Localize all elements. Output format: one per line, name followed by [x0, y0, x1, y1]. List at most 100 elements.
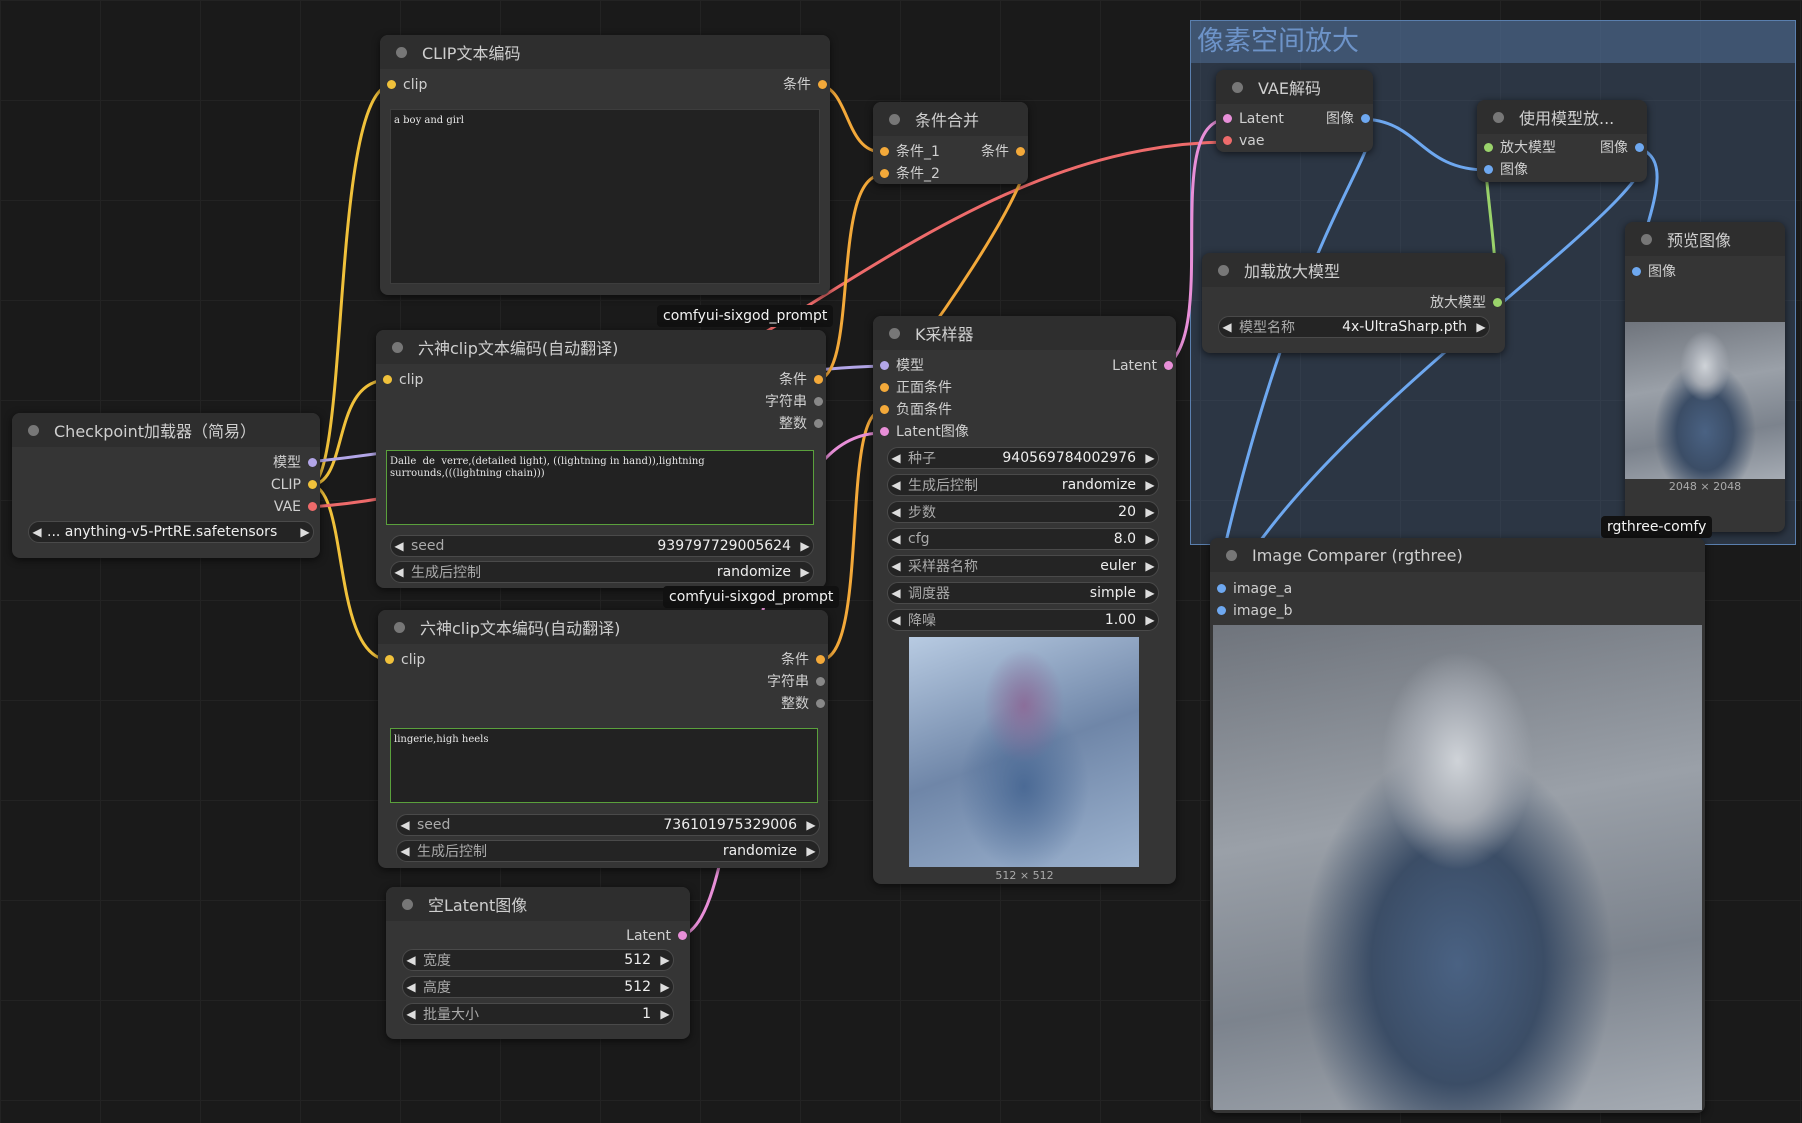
denoise-widget[interactable]: ◀ 降噪 1.00 ▶ [887, 609, 1159, 631]
collapse-dot-icon[interactable] [1218, 264, 1229, 276]
node-preview-image[interactable]: 预览图像 图像 2048 × 2048 [1625, 222, 1785, 532]
arrow-right-icon[interactable]: ▶ [797, 565, 813, 579]
output-conditioning[interactable]: 条件 [783, 75, 827, 95]
arrow-right-icon[interactable]: ▶ [803, 818, 819, 832]
prompt-textarea[interactable]: Dalle de verre,(detailed light), ((light… [386, 450, 814, 525]
arrow-right-icon[interactable]: ▶ [1142, 532, 1158, 546]
node-ksampler[interactable]: K采样器 模型 正面条件 负面条件 Latent图像 Latent ◀ 种子 940… [873, 316, 1176, 884]
arrow-right-icon[interactable]: ▶ [1142, 559, 1158, 573]
arrow-right-icon[interactable]: ▶ [657, 953, 673, 967]
output-model[interactable]: 模型 [273, 453, 317, 473]
socket-dot-icon[interactable] [880, 169, 889, 178]
socket-dot-icon[interactable] [1361, 114, 1370, 123]
output-image[interactable]: 图像 [1326, 109, 1370, 129]
collapse-dot-icon[interactable] [392, 341, 403, 353]
socket-dot-icon[interactable] [1164, 361, 1173, 370]
socket-dot-icon[interactable] [1217, 584, 1226, 593]
input-clip[interactable]: clip [385, 650, 425, 670]
socket-dot-icon[interactable] [816, 677, 825, 686]
arrow-left-icon[interactable]: ◀ [888, 613, 904, 627]
socket-dot-icon[interactable] [880, 427, 889, 436]
node-load-upscale-model[interactable]: 加载放大模型 放大模型 ◀ 模型名称 4x-UltraSharp.pth ▶ [1202, 253, 1505, 353]
output-conditioning[interactable]: 条件 [779, 370, 823, 390]
node-sixgod-clip-encode-1[interactable]: 六神clip文本编码(自动翻译) clip 条件 字符串 整数 Dalle de… [376, 330, 826, 588]
arrow-right-icon[interactable]: ▶ [803, 844, 819, 858]
socket-dot-icon[interactable] [880, 361, 889, 370]
sampler-name-widget[interactable]: ◀ 采样器名称 euler ▶ [887, 555, 1159, 577]
collapse-dot-icon[interactable] [1493, 111, 1504, 123]
node-checkpoint-loader[interactable]: Checkpoint加载器（简易） 模型 CLIP VAE ◀... anyth… [12, 413, 320, 558]
seed-widget[interactable]: ◀ 种子 940569784002976 ▶ [887, 447, 1159, 469]
height-widget[interactable]: ◀ 高度 512 ▶ [402, 976, 674, 998]
output-int[interactable]: 整数 [779, 414, 823, 434]
input-conditioning-1[interactable]: 条件_1 [880, 142, 940, 162]
arrow-left-icon[interactable]: ◀ [888, 559, 904, 573]
output-conditioning[interactable]: 条件 [781, 650, 825, 670]
prompt-textarea[interactable]: a boy and girl [390, 109, 820, 284]
checkpoint-select[interactable]: ◀... anything-v5-PrtRE.safetensors ▶ [28, 521, 314, 543]
width-widget[interactable]: ◀ 宽度 512 ▶ [402, 949, 674, 971]
collapse-dot-icon[interactable] [28, 424, 39, 436]
socket-dot-icon[interactable] [880, 405, 889, 414]
arrow-left-icon[interactable]: ◀ [29, 525, 45, 539]
socket-dot-icon[interactable] [678, 931, 687, 940]
collapse-dot-icon[interactable] [1226, 549, 1237, 561]
arrow-right-icon[interactable]: ▶ [1142, 613, 1158, 627]
arrow-left-icon[interactable]: ◀ [397, 818, 413, 832]
collapse-dot-icon[interactable] [1641, 233, 1652, 245]
input-model[interactable]: 模型 [880, 356, 924, 376]
steps-widget[interactable]: ◀ 步数 20 ▶ [887, 501, 1159, 523]
socket-dot-icon[interactable] [308, 458, 317, 467]
arrow-left-icon[interactable]: ◀ [888, 532, 904, 546]
collapse-dot-icon[interactable] [396, 46, 407, 58]
input-clip[interactable]: clip [387, 75, 427, 95]
socket-dot-icon[interactable] [816, 655, 825, 664]
arrow-left-icon[interactable]: ◀ [391, 565, 407, 579]
arrow-left-icon[interactable]: ◀ [1219, 320, 1235, 334]
prompt-textarea[interactable]: lingerie,high heels [390, 728, 818, 803]
output-clip[interactable]: CLIP [271, 475, 317, 495]
input-negative[interactable]: 负面条件 [880, 400, 952, 420]
arrow-right-icon[interactable]: ▶ [1473, 320, 1489, 334]
input-latent-image[interactable]: Latent图像 [880, 422, 969, 442]
socket-dot-icon[interactable] [1016, 147, 1025, 156]
node-conditioning-combine[interactable]: 条件合并 条件_1 条件_2 条件 [873, 102, 1028, 184]
node-empty-latent[interactable]: 空Latent图像 Latent ◀ 宽度 512 ▶ ◀ 高度 512 ▶ ◀ 批量大小 1 ▶ [386, 887, 690, 1039]
seed-widget[interactable]: ◀ seed 939797729005624 ▶ [390, 535, 814, 557]
socket-dot-icon[interactable] [1223, 114, 1232, 123]
arrow-right-icon[interactable]: ▶ [1142, 505, 1158, 519]
arrow-left-icon[interactable]: ◀ [888, 451, 904, 465]
node-clip-text-encode[interactable]: CLIP文本编码 clip 条件 a boy and girl [380, 35, 830, 295]
output-image[interactable]: 图像 [1600, 138, 1644, 158]
socket-dot-icon[interactable] [1484, 143, 1493, 152]
socket-dot-icon[interactable] [816, 699, 825, 708]
output-string[interactable]: 字符串 [767, 672, 825, 692]
batch-size-widget[interactable]: ◀ 批量大小 1 ▶ [402, 1003, 674, 1025]
input-image[interactable]: 图像 [1484, 160, 1528, 180]
arrow-left-icon[interactable]: ◀ [403, 953, 419, 967]
input-vae[interactable]: vae [1223, 131, 1264, 151]
arrow-right-icon[interactable]: ▶ [1142, 478, 1158, 492]
socket-dot-icon[interactable] [814, 397, 823, 406]
control-after-generate-widget[interactable]: ◀ 生成后控制 randomize ▶ [887, 474, 1159, 496]
socket-dot-icon[interactable] [1484, 165, 1493, 174]
input-upscale-model[interactable]: 放大模型 [1484, 138, 1556, 158]
input-image-a[interactable]: image_a [1217, 579, 1292, 599]
socket-dot-icon[interactable] [1217, 606, 1226, 615]
socket-dot-icon[interactable] [385, 655, 394, 664]
output-upscale-model[interactable]: 放大模型 [1430, 293, 1502, 313]
comparer-image[interactable] [1213, 625, 1702, 1110]
socket-dot-icon[interactable] [308, 480, 317, 489]
socket-dot-icon[interactable] [308, 502, 317, 511]
arrow-left-icon[interactable]: ◀ [888, 586, 904, 600]
collapse-dot-icon[interactable] [1232, 81, 1243, 93]
model-name-select[interactable]: ◀ 模型名称 4x-UltraSharp.pth ▶ [1218, 316, 1490, 338]
collapse-dot-icon[interactable] [889, 327, 900, 339]
node-image-comparer[interactable]: Image Comparer (rgthree) image_a image_b [1210, 538, 1705, 1113]
socket-dot-icon[interactable] [880, 383, 889, 392]
arrow-left-icon[interactable]: ◀ [397, 844, 413, 858]
arrow-left-icon[interactable]: ◀ [888, 505, 904, 519]
cfg-widget[interactable]: ◀ cfg 8.0 ▶ [887, 528, 1159, 550]
arrow-left-icon[interactable]: ◀ [391, 539, 407, 553]
socket-dot-icon[interactable] [1493, 298, 1502, 307]
